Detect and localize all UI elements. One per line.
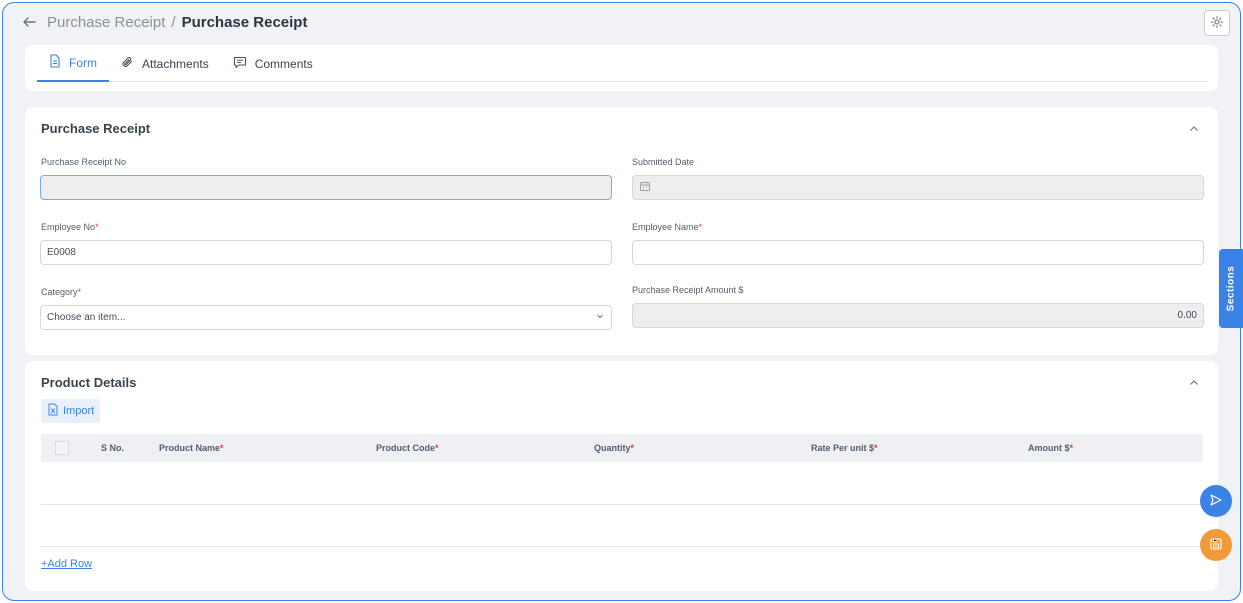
chevron-down-icon (595, 311, 605, 324)
purchase-receipt-section: Purchase Receipt Purchase Receipt No Sub… (25, 107, 1218, 355)
calendar-icon (639, 180, 651, 195)
breadcrumb-parent[interactable]: Purchase Receipt (47, 14, 165, 31)
section-title: Purchase Receipt (41, 121, 151, 136)
settings-button[interactable] (1204, 10, 1230, 36)
tab-attachments[interactable]: Attachments (109, 45, 221, 82)
table-row-divider (41, 546, 1203, 547)
comment-icon (233, 56, 247, 72)
column-product-name: Product Name* (159, 443, 224, 453)
add-row-link[interactable]: +Add Row (41, 558, 92, 570)
breadcrumb-separator: / (171, 14, 176, 31)
employee-no-value: E0008 (47, 247, 76, 258)
breadcrumb: Purchase Receipt / Purchase Receipt (47, 14, 307, 31)
select-all-checkbox[interactable] (55, 441, 69, 455)
section-title: Product Details (41, 375, 137, 390)
excel-icon (47, 403, 59, 419)
table-row-divider (41, 504, 1203, 505)
app-window: Purchase Receipt / Purchase Receipt Form (2, 2, 1241, 601)
submitted-date-field[interactable] (632, 175, 1204, 200)
column-amount: Amount $* (1028, 443, 1074, 453)
tab-bar: Form Attachments Comments (37, 45, 1208, 82)
tab-comments[interactable]: Comments (221, 45, 325, 82)
chevron-up-icon[interactable] (1188, 123, 1200, 135)
submitted-date-label: Submitted Date (632, 157, 695, 167)
document-icon (49, 54, 61, 71)
column-product-code: Product Code* (376, 443, 439, 453)
category-label: Category* (41, 287, 82, 297)
amount-field[interactable]: 0.00 (632, 303, 1204, 328)
employee-no-label: Employee No* (41, 222, 99, 232)
category-select[interactable]: Choose an item... (40, 305, 612, 330)
top-bar: Purchase Receipt / Purchase Receipt (3, 3, 1240, 43)
tab-form[interactable]: Form (37, 45, 109, 82)
chevron-up-icon[interactable] (1188, 377, 1200, 389)
tab-comments-label: Comments (254, 56, 313, 71)
column-quantity: Quantity* (594, 443, 635, 453)
category-placeholder: Choose an item... (47, 312, 126, 323)
import-label: Import (63, 405, 95, 417)
tab-form-label: Form (69, 55, 97, 70)
receipt-no-label: Purchase Receipt No (41, 157, 127, 167)
sections-label: Sections (1225, 265, 1237, 312)
tabs-card: Form Attachments Comments (25, 45, 1218, 91)
table-header: S No. Product Name* Product Code* Quanti… (41, 434, 1203, 462)
gear-icon (1210, 15, 1224, 32)
employee-no-field[interactable]: E0008 (40, 240, 612, 265)
tab-attachments-label: Attachments (142, 56, 209, 71)
page-title: Purchase Receipt (181, 14, 308, 31)
amount-label: Purchase Receipt Amount $ (632, 285, 744, 295)
back-arrow-icon[interactable] (21, 14, 39, 32)
column-rate: Rate Per unit $* (811, 443, 878, 453)
receipt-no-field[interactable] (40, 175, 612, 200)
save-button[interactable] (1200, 529, 1232, 561)
employee-name-label: Employee Name* (632, 222, 703, 232)
send-icon (1209, 493, 1223, 510)
import-button[interactable]: Import (41, 399, 101, 423)
product-details-section: Product Details Import S No. Product Nam… (25, 361, 1218, 591)
submit-button[interactable] (1200, 485, 1232, 517)
save-icon (1209, 537, 1223, 554)
column-sno: S No. (101, 443, 125, 453)
paperclip-icon (121, 56, 134, 72)
amount-value: 0.00 (1177, 310, 1197, 321)
sections-side-tab[interactable]: Sections (1219, 249, 1243, 328)
employee-name-field[interactable] (632, 240, 1204, 265)
